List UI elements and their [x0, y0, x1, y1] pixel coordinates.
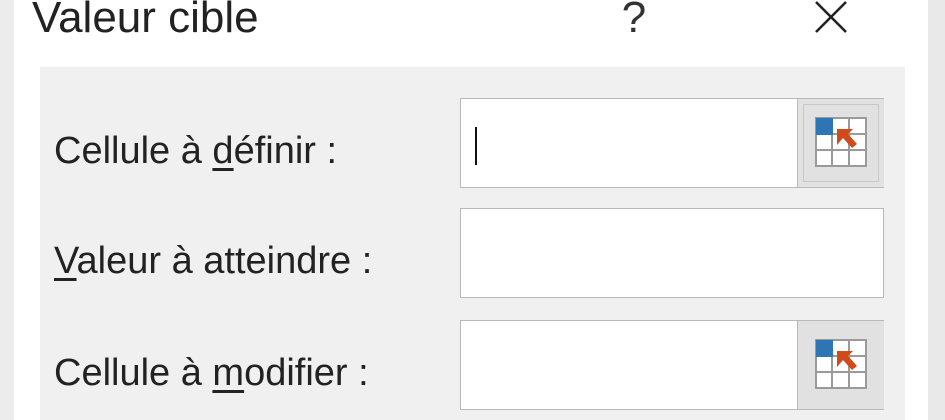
target-value-input[interactable]: [461, 209, 883, 297]
changing-cell-label: Cellule à modifier :: [54, 352, 369, 394]
collapse-dialog-range-icon: [815, 339, 867, 389]
changing-cell-ref-button[interactable]: [797, 321, 884, 409]
target-value-label: Valeur à atteindre :: [54, 240, 373, 282]
set-cell-label: Cellule à définir :: [54, 130, 338, 172]
text-caret: [475, 127, 477, 165]
title-bar: Valeur cible ?: [14, 0, 928, 55]
help-button[interactable]: ?: [602, 0, 666, 46]
close-icon: [815, 1, 847, 33]
dialog-title: Valeur cible: [32, 0, 259, 42]
window-frame-left: [0, 0, 14, 420]
collapse-dialog-range-icon: [815, 117, 867, 167]
set-cell-field: [460, 98, 884, 188]
set-cell-ref-button[interactable]: [797, 99, 884, 187]
dialog-body: Cellule à définir : Valeur à atteindre :…: [40, 67, 905, 420]
target-value-field: [460, 208, 884, 298]
window-frame-right: [928, 0, 945, 420]
changing-cell-field: [460, 320, 884, 410]
close-button[interactable]: [796, 0, 866, 50]
